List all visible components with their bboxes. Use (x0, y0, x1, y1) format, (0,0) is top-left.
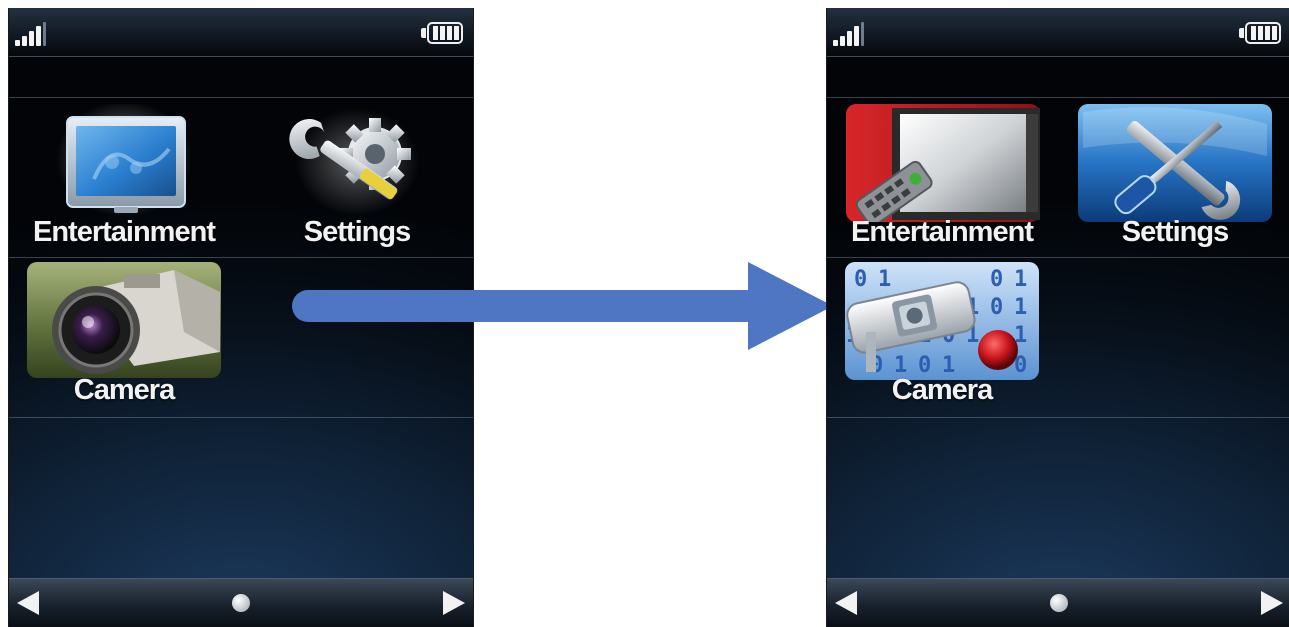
app-entertainment[interactable]: Entertainment (842, 104, 1042, 254)
binary-digit: 1 (1014, 295, 1027, 320)
app-camera[interactable]: 0 1 0 1 1 0 1 1 0 1 0 1 1 0 1 0 1 0 (842, 262, 1042, 412)
right-arrow-icon[interactable] (1261, 591, 1283, 615)
status-bar (827, 8, 1289, 57)
status-bar (9, 8, 473, 57)
bottom-nav-bar (9, 578, 473, 627)
arrow-shaft (292, 290, 748, 322)
divider (9, 97, 473, 98)
tv-remote-icon (846, 104, 1040, 222)
signal-strength-icon (833, 22, 869, 46)
app-label: Entertainment (851, 216, 1034, 248)
app-label: Camera (73, 374, 175, 406)
app-settings[interactable]: Settings (1075, 104, 1275, 254)
camera-icon (27, 262, 221, 378)
app-label: Settings (1121, 216, 1229, 248)
binary-digit: 0 (990, 295, 1003, 320)
page-indicator-dot (1050, 594, 1068, 612)
wrench-screwdriver-icon (1078, 104, 1272, 222)
binary-digit: 1 (878, 267, 891, 292)
page-indicator-dot (232, 594, 250, 612)
transition-arrow-icon (292, 262, 833, 350)
divider (827, 257, 1289, 258)
divider (827, 97, 1289, 98)
battery-icon (421, 22, 465, 46)
app-entertainment[interactable]: Entertainment (24, 104, 224, 254)
signal-strength-icon (15, 22, 51, 46)
tv-icon (56, 104, 192, 217)
binary-digit: 0 (854, 267, 867, 292)
app-camera[interactable]: Camera (24, 262, 224, 412)
wrench-gear-icon (289, 108, 419, 216)
left-arrow-icon[interactable] (17, 591, 39, 615)
arrow-head (748, 262, 833, 350)
app-label: Camera (891, 374, 993, 406)
left-arrow-icon[interactable] (835, 591, 857, 615)
app-label: Settings (303, 216, 411, 248)
binary-digit: 1 (1014, 267, 1027, 292)
battery-icon (1239, 22, 1283, 46)
security-camera-icon: 0 1 0 1 1 0 1 1 0 1 0 1 1 0 1 0 1 0 (845, 262, 1039, 380)
binary-digit: 0 (990, 267, 1003, 292)
bottom-nav-bar (827, 578, 1289, 627)
app-settings[interactable]: Settings (257, 104, 457, 254)
app-label: Entertainment (33, 216, 216, 248)
phone-screen-after: Entertainment Settings 0 1 0 1 0 1 1 1 0… (826, 8, 1289, 627)
right-arrow-icon[interactable] (443, 591, 465, 615)
divider (9, 417, 473, 418)
divider (827, 417, 1289, 418)
